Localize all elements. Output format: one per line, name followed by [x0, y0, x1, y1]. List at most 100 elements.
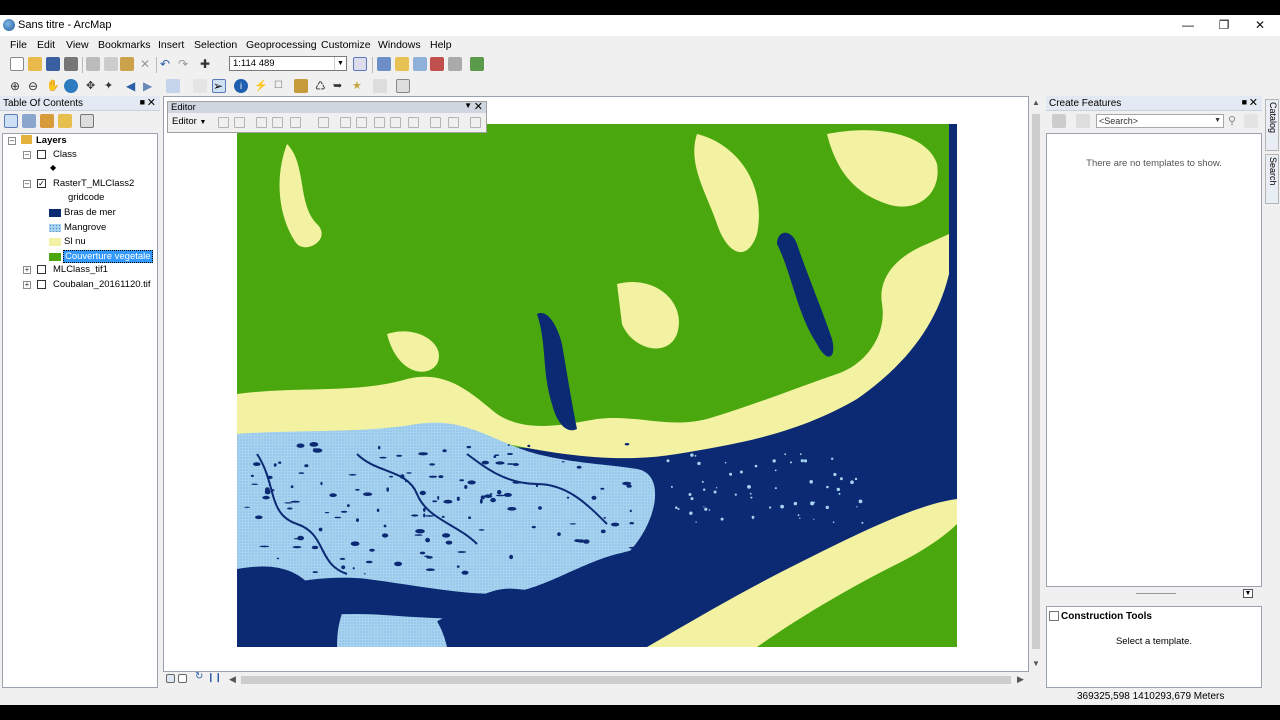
point-icon[interactable] — [318, 117, 329, 128]
go-back-icon[interactable]: ◀ — [126, 79, 140, 93]
split-tool-icon[interactable] — [390, 117, 401, 128]
collapse-icon[interactable]: – — [23, 180, 31, 188]
collapse-icon[interactable]: – — [8, 137, 16, 145]
chevron-down-icon[interactable]: ▼ — [464, 101, 472, 110]
save-icon[interactable] — [46, 57, 60, 71]
expand-icon[interactable]: + — [23, 281, 31, 289]
legend-swatch-bras-de-mer[interactable] — [49, 209, 61, 217]
hyperlink-icon[interactable]: ⚡ — [254, 79, 268, 93]
layer-coubalan[interactable]: Coubalan_20161120.tif — [53, 279, 151, 290]
arctoolbox-icon[interactable] — [430, 57, 444, 71]
pane-splitter[interactable] — [1136, 593, 1176, 594]
search-window-icon[interactable] — [413, 57, 427, 71]
edit-vertices-icon[interactable] — [340, 117, 351, 128]
close-icon[interactable]: ✕ — [474, 100, 483, 113]
menu-geoprocessing[interactable]: Geoprocessing — [246, 39, 317, 51]
legend-label-bras-de-mer[interactable]: Bras de mer — [64, 207, 116, 218]
menu-insert[interactable]: Insert — [158, 39, 184, 51]
add-data-icon[interactable]: ✚ — [200, 57, 214, 71]
editor-toolbar-icon[interactable] — [353, 57, 367, 71]
redo-icon[interactable]: ↷ — [178, 57, 192, 71]
editor-menu-button[interactable]: Editor ▼ — [172, 116, 206, 127]
html-popup-icon[interactable]: ☐ — [274, 79, 288, 93]
undo-icon[interactable]: ↶ — [160, 57, 174, 71]
editor-toolbar-header[interactable]: Editor ▼ ✕ — [168, 100, 486, 113]
pin-icon[interactable]: ■ — [140, 97, 145, 107]
layer-mlclass-checkbox[interactable] — [37, 265, 46, 274]
sketch-properties-icon[interactable] — [448, 117, 459, 128]
list-by-selection-icon[interactable] — [58, 114, 72, 128]
map-vertical-scrollbar[interactable]: ▲ ▼ — [1029, 96, 1043, 672]
cut-icon[interactable] — [86, 57, 100, 71]
layers-dataframe[interactable]: Layers — [21, 135, 67, 146]
data-view-icon[interactable] — [166, 674, 175, 683]
end-point-arc-icon[interactable] — [272, 117, 283, 128]
close-icon[interactable]: ✕ — [1249, 96, 1258, 109]
map-horizontal-scrollbar[interactable]: ◀ ▶ — [163, 672, 1029, 688]
model-builder-icon[interactable] — [470, 57, 484, 71]
select-elements-icon[interactable]: ➢ — [212, 79, 226, 93]
catalog-window-icon[interactable] — [395, 57, 409, 71]
cut-polygons-icon[interactable] — [374, 117, 385, 128]
minimize-button[interactable]: — — [1170, 15, 1206, 36]
legend-label-mangrove[interactable]: Mangrove — [64, 222, 106, 233]
collapse-pane-icon[interactable]: ▼ — [1243, 589, 1253, 598]
close-button[interactable]: ✕ — [1242, 15, 1278, 36]
filter-icon[interactable] — [1076, 114, 1090, 128]
clear-selection-icon[interactable] — [193, 79, 207, 93]
trace-icon[interactable] — [290, 117, 301, 128]
create-viewer-window-icon[interactable] — [396, 79, 410, 93]
find-icon[interactable]: ♺ — [315, 79, 329, 93]
scroll-down-icon[interactable]: ▼ — [1032, 659, 1040, 668]
list-by-drawing-order-icon[interactable] — [4, 114, 18, 128]
scroll-left-icon[interactable]: ◀ — [229, 674, 236, 685]
zoom-out-icon[interactable]: ⊖ — [28, 79, 42, 93]
scroll-up-icon[interactable]: ▲ — [1032, 98, 1040, 107]
maximize-button[interactable]: ❐ — [1206, 15, 1242, 36]
scroll-right-icon[interactable]: ▶ — [1017, 674, 1024, 685]
close-icon[interactable]: ✕ — [147, 96, 156, 109]
clear-search-icon[interactable] — [1244, 114, 1258, 128]
classified-raster-map[interactable] — [237, 124, 957, 647]
go-forward-icon[interactable]: ▶ — [143, 79, 157, 93]
attributes-icon[interactable] — [430, 117, 441, 128]
time-slider-icon[interactable] — [373, 79, 387, 93]
layer-raster-checkbox[interactable]: ✓ — [37, 179, 46, 188]
straight-segment-icon[interactable] — [256, 117, 267, 128]
list-by-visibility-icon[interactable] — [40, 114, 54, 128]
legend-label-couverture-vegetale[interactable]: Couverture vegetale — [63, 250, 153, 263]
fixed-zoom-in-icon[interactable]: ✥ — [86, 79, 100, 93]
paste-icon[interactable] — [120, 57, 134, 71]
find-route-icon[interactable]: ➥ — [333, 79, 347, 93]
legend-swatch-sl-nu[interactable] — [49, 238, 61, 246]
copy-icon[interactable] — [104, 57, 118, 71]
new-document-icon[interactable] — [10, 57, 24, 71]
pan-icon[interactable]: ✋ — [46, 79, 60, 93]
menu-customize[interactable]: Customize — [321, 39, 371, 51]
menu-help[interactable]: Help — [430, 39, 452, 51]
select-features-icon[interactable] — [166, 79, 180, 93]
search-tab[interactable]: Search — [1265, 154, 1279, 204]
layer-class[interactable]: Class — [53, 149, 77, 160]
zoom-in-icon[interactable]: ⊕ — [10, 79, 24, 93]
catalog-tab[interactable]: Catalog — [1265, 99, 1279, 151]
delete-icon[interactable]: ✕ — [138, 57, 152, 71]
options-icon[interactable] — [80, 114, 94, 128]
search-icon[interactable]: ⚲ — [1228, 114, 1242, 128]
rotate-icon[interactable] — [408, 117, 419, 128]
layer-raster[interactable]: RasterT_MLClass2 — [53, 178, 134, 189]
legend-label-sl-nu[interactable]: Sl nu — [64, 236, 86, 247]
collapse-icon[interactable]: – — [23, 151, 31, 159]
edit-annotation-icon[interactable] — [234, 117, 245, 128]
legend-swatch-couverture-vegetale[interactable] — [49, 253, 61, 261]
list-by-source-icon[interactable] — [22, 114, 36, 128]
identify-icon[interactable]: i — [234, 79, 248, 93]
menu-file[interactable]: File — [10, 39, 27, 51]
table-of-contents-icon[interactable] — [377, 57, 391, 71]
menu-bookmarks[interactable]: Bookmarks — [98, 39, 151, 51]
menu-selection[interactable]: Selection — [194, 39, 237, 51]
full-extent-icon[interactable] — [64, 79, 78, 93]
legend-swatch-mangrove[interactable] — [49, 224, 61, 232]
horizontal-scroll-thumb[interactable] — [241, 676, 1011, 684]
chevron-down-icon[interactable]: ▼ — [334, 57, 346, 70]
